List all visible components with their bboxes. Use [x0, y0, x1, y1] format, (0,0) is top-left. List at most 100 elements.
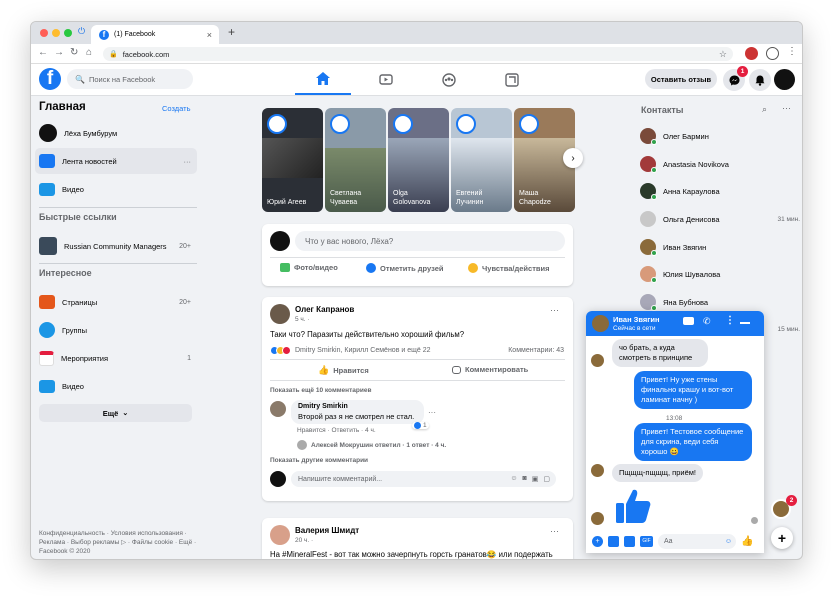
phone-icon[interactable]: ✆ [703, 316, 711, 327]
emoji-icon[interactable]: ☺ [725, 538, 732, 545]
contact-item[interactable]: Anastasia Novikova [640, 153, 800, 175]
messenger-icon [729, 75, 739, 85]
contact-item[interactable]: Юлия Шувалова [640, 263, 800, 285]
messenger-button[interactable]: 1 [723, 66, 748, 91]
more-options-icon[interactable]: ··· [184, 157, 192, 166]
reactions-summary[interactable]: Dmitry Smirkin, Кирилл Семёнов и ещё 22 [270, 346, 431, 355]
comment-author[interactable]: Dmitry Smirkin [298, 403, 417, 410]
facebook-logo-icon[interactable]: f [39, 68, 61, 90]
home-icon[interactable]: ⌂ [86, 47, 92, 58]
comment-actions[interactable]: Нравится · Ответить · 4 ч. [297, 427, 376, 434]
sidebar-item-events[interactable]: Мероприятия 1 [35, 345, 197, 371]
back-icon[interactable]: ← [38, 47, 48, 58]
comment-button[interactable]: Комментировать [452, 365, 528, 374]
sidebar-item-pages[interactable]: Страницы 20+ [35, 289, 197, 315]
notifications-button[interactable] [749, 69, 771, 91]
tab-groups[interactable] [421, 64, 477, 95]
close-window-dot[interactable] [40, 29, 48, 37]
contact-item[interactable]: Иван Звягин [640, 236, 800, 258]
account-avatar[interactable] [774, 69, 795, 90]
comment-input[interactable]: Напишите комментарий... ☺ ◙ ▣ ▢ [291, 471, 556, 487]
search-icon[interactable]: ⌕ [762, 104, 767, 115]
sidebar-item-news-feed[interactable]: Лента новостей ··· [35, 148, 197, 174]
video-call-icon[interactable] [683, 317, 694, 325]
more-button[interactable]: Ещё ⌄ [39, 404, 192, 422]
comments-count[interactable]: Комментарии: 43 [508, 347, 564, 354]
story-card[interactable]: Olga Golovanova [388, 108, 449, 212]
contact-item[interactable]: Яна Бубнова [640, 291, 800, 313]
comment-reaction-count[interactable]: 1 [412, 422, 429, 429]
like-button[interactable]: 👍 Нравится [318, 365, 369, 376]
story-card[interactable]: Светлана Чуваева [325, 108, 386, 212]
groups-icon [39, 322, 55, 338]
chat-header[interactable]: Иван Звягин Сейчас в сети ✆ ⋮ [586, 311, 764, 336]
pinned-tab-icon[interactable]: ⏻ [78, 26, 85, 37]
photo-video-button[interactable]: Фото/видео [280, 263, 338, 272]
story-card[interactable]: Юрий Агеев [262, 108, 323, 212]
post-author[interactable]: Олег Капранов [295, 305, 354, 314]
tab-bar: ⏻ f (1) Facebook × + [31, 22, 802, 44]
create-link[interactable]: Создать [162, 104, 191, 113]
sticker-icon[interactable]: ▢ [543, 475, 550, 483]
feedback-button[interactable]: Оставить отзыв [645, 69, 717, 89]
avatar[interactable] [270, 401, 286, 417]
plus-icon[interactable]: + [592, 535, 603, 547]
feeling-button[interactable]: Чувства/действия [468, 263, 549, 273]
more-options-icon[interactable]: ··· [782, 103, 791, 113]
sidebar-item-russian-community-managers[interactable]: Russian Community Managers 20+ [35, 233, 197, 259]
emoji-icon[interactable]: ☺ [510, 475, 517, 483]
contact-item[interactable]: Олег Бармин [640, 125, 800, 147]
sticker-icon[interactable] [624, 535, 635, 547]
avatar[interactable] [270, 304, 290, 324]
sidebar-item-video[interactable]: Видео [35, 176, 197, 202]
camera-icon[interactable]: ◙ [523, 475, 527, 483]
sidebar-item-video-2[interactable]: Видео [35, 373, 197, 399]
reply-thread[interactable]: Алексей Мокрушин ответил · 1 ответ · 4 ч… [297, 440, 446, 450]
chat-menu-icon[interactable]: ⋮ [725, 315, 735, 326]
show-more-comments-link[interactable]: Показать ещё 10 комментариев [270, 387, 371, 394]
tab-home[interactable] [295, 64, 351, 95]
tab-facebook[interactable]: f (1) Facebook × [91, 25, 219, 44]
comment-bubble: Dmitry Smirkin Второй раз я не смотрел н… [291, 400, 424, 424]
chat-contact-name[interactable]: Иван Звягин [613, 315, 660, 324]
contact-item[interactable]: Анна Караулова [640, 180, 800, 202]
minimize-window-dot[interactable] [52, 29, 60, 37]
image-icon[interactable] [608, 535, 619, 547]
tab-gaming[interactable] [484, 64, 540, 95]
comment-menu-icon[interactable]: ··· [428, 408, 436, 417]
post-menu-icon[interactable]: ··· [550, 526, 559, 536]
browser-menu-icon[interactable]: ⋮ [787, 46, 797, 57]
extension-icon[interactable] [745, 47, 758, 60]
post-time[interactable]: 20 ч. · [295, 537, 313, 544]
new-tab-button[interactable]: + [228, 25, 235, 39]
avatar [330, 114, 350, 134]
sidebar-item-profile[interactable]: Лёха Бумбурум [35, 120, 197, 146]
minimize-icon[interactable] [740, 322, 750, 324]
composer-input[interactable]: Что у вас нового, Лёха? [295, 231, 565, 251]
footer-links[interactable]: Конфиденциальность · Условия использован… [39, 529, 199, 556]
thumbs-up-send-icon[interactable]: 👍 [741, 536, 753, 547]
gif-icon[interactable]: ▣ [532, 475, 539, 483]
post-author[interactable]: Валерия Шмидт [295, 526, 359, 535]
message-input[interactable]: Aa ☺ [658, 533, 736, 549]
maximize-window-dot[interactable] [64, 29, 72, 37]
new-message-button[interactable]: + [771, 527, 793, 549]
stories-next-button[interactable]: › [563, 148, 583, 168]
post-time[interactable]: 5 ч. · [295, 316, 310, 323]
tab-watch[interactable] [358, 64, 414, 95]
contact-item[interactable]: Ольга Денисова 31 мин. [640, 208, 800, 230]
tab-close-icon[interactable]: × [207, 30, 212, 40]
profile-icon[interactable] [766, 47, 779, 60]
forward-icon[interactable]: → [54, 47, 64, 58]
tag-friends-button[interactable]: Отметить друзей [366, 263, 444, 273]
omnibox[interactable]: 🔒 facebook.com ☆ [103, 47, 733, 61]
gif-icon[interactable]: GIF [640, 535, 653, 547]
show-other-comments-link[interactable]: Показать другие комментарии [270, 457, 368, 464]
reload-icon[interactable]: ↻ [70, 47, 78, 58]
post-menu-icon[interactable]: ··· [550, 305, 559, 315]
sidebar-item-groups[interactable]: Группы [35, 317, 197, 343]
avatar[interactable] [270, 525, 290, 545]
search-input[interactable]: 🔍 Поиск на Facebook [67, 69, 193, 89]
bookmark-star-icon[interactable]: ☆ [719, 49, 727, 60]
story-card[interactable]: Евгений Лучинин [451, 108, 512, 212]
